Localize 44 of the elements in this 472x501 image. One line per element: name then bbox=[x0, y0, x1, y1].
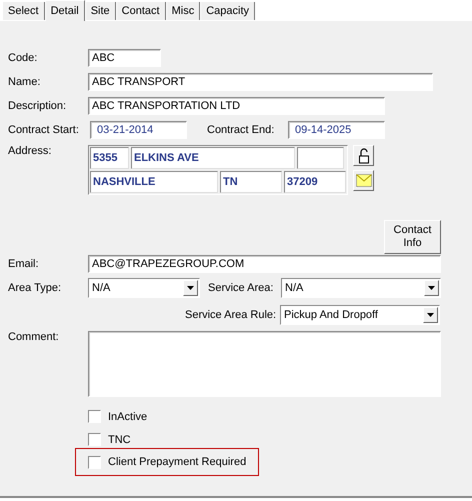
field-label: Comment: bbox=[8, 331, 60, 343]
service-area-rule-dropdown[interactable]: Pickup And Dropoff bbox=[280, 305, 440, 325]
tab[interactable]: Detail bbox=[44, 0, 85, 21]
contact-info-button[interactable]: Contact Info bbox=[384, 220, 441, 254]
street-number-field[interactable]: 5355 bbox=[90, 147, 129, 169]
field-label: Name: bbox=[8, 76, 42, 88]
field-label: Contract Start: bbox=[8, 124, 80, 136]
field-label: Service Area Rule: bbox=[185, 309, 278, 321]
tab[interactable]: Site bbox=[84, 2, 116, 20]
field-label: Service Area: bbox=[208, 282, 274, 294]
checkbox-label: Client Prepayment Required bbox=[108, 456, 246, 468]
field-label: Area Type: bbox=[8, 282, 62, 294]
code-field[interactable]: ABC bbox=[88, 49, 161, 67]
tab[interactable]: Select bbox=[2, 2, 45, 20]
comment-field[interactable] bbox=[88, 331, 441, 397]
checkbox-label: TNC bbox=[108, 434, 131, 446]
field-label: Email: bbox=[8, 258, 40, 270]
field-label: Address: bbox=[8, 145, 52, 157]
unit-field[interactable] bbox=[297, 147, 344, 169]
checkbox-label: InActive bbox=[108, 410, 148, 422]
name-field[interactable]: ABC TRANSPORT bbox=[88, 73, 433, 91]
lock-button[interactable] bbox=[353, 145, 374, 166]
tab[interactable]: Misc bbox=[166, 2, 200, 20]
zip-field[interactable]: 37209 bbox=[284, 171, 346, 193]
area-type-dropdown[interactable]: N/A bbox=[88, 278, 200, 298]
envelope-icon bbox=[356, 174, 372, 187]
field-label: Description: bbox=[8, 100, 68, 112]
field-label: Contract End: bbox=[207, 124, 276, 136]
email-field[interactable]: ABC@TRAPEZEGROUP.COM bbox=[88, 255, 441, 273]
city-field[interactable]: NASHVILLE bbox=[90, 171, 218, 193]
mail-button[interactable] bbox=[353, 170, 374, 191]
tab[interactable]: Capacity bbox=[200, 2, 255, 20]
description-field[interactable]: ABC TRANSPORTATION LTD bbox=[88, 97, 385, 115]
date-field[interactable]: 03-21-2014 bbox=[90, 121, 187, 139]
tab[interactable]: Contact bbox=[116, 2, 166, 20]
checkbox[interactable] bbox=[88, 456, 101, 468]
street-field[interactable]: ELKINS AVE bbox=[131, 147, 295, 169]
state-field[interactable]: TN bbox=[220, 171, 282, 193]
date-field[interactable]: 09-14-2025 bbox=[288, 121, 385, 139]
checkbox[interactable] bbox=[88, 433, 101, 446]
field-label: Code: bbox=[8, 52, 38, 64]
service-area-dropdown[interactable]: N/A bbox=[281, 278, 441, 298]
padlock-icon bbox=[358, 148, 370, 164]
checkbox[interactable] bbox=[88, 410, 101, 423]
